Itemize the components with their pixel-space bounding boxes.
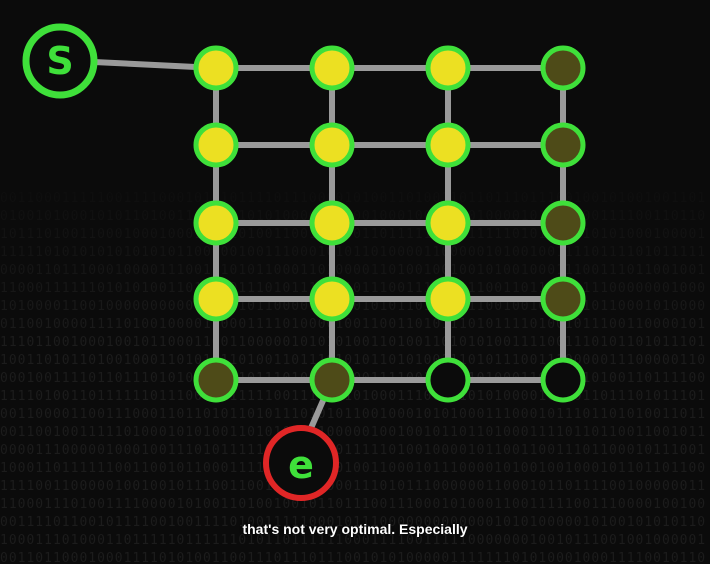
subtitle-caption: that's not very optimal. Especially <box>242 521 468 537</box>
grid-node-visited <box>425 45 471 91</box>
grid-node-visited <box>425 122 471 168</box>
grid-node-explored <box>540 200 586 246</box>
grid-node-visited <box>193 45 239 91</box>
end-node: e <box>263 425 339 501</box>
grid-node-explored <box>309 357 355 403</box>
grid-node-open <box>540 357 586 403</box>
grid-node-visited <box>309 276 355 322</box>
grid-node-visited <box>425 276 471 322</box>
start-node-label: S <box>46 39 73 83</box>
end-node-label: e <box>288 443 314 487</box>
grid-node-visited <box>193 276 239 322</box>
grid-node-explored <box>540 276 586 322</box>
grid-node-visited <box>309 122 355 168</box>
grid-node-explored <box>540 122 586 168</box>
grid-graph-diagram: S e <box>22 23 586 501</box>
grid-node-explored <box>540 45 586 91</box>
grid-node-explored <box>193 357 239 403</box>
grid-node-visited <box>309 200 355 246</box>
grid-node-open <box>425 357 471 403</box>
grid-node-visited <box>193 122 239 168</box>
start-node: S <box>22 23 98 99</box>
grid-node-visited <box>425 200 471 246</box>
grid-node-visited <box>193 200 239 246</box>
grid-node-visited <box>309 45 355 91</box>
